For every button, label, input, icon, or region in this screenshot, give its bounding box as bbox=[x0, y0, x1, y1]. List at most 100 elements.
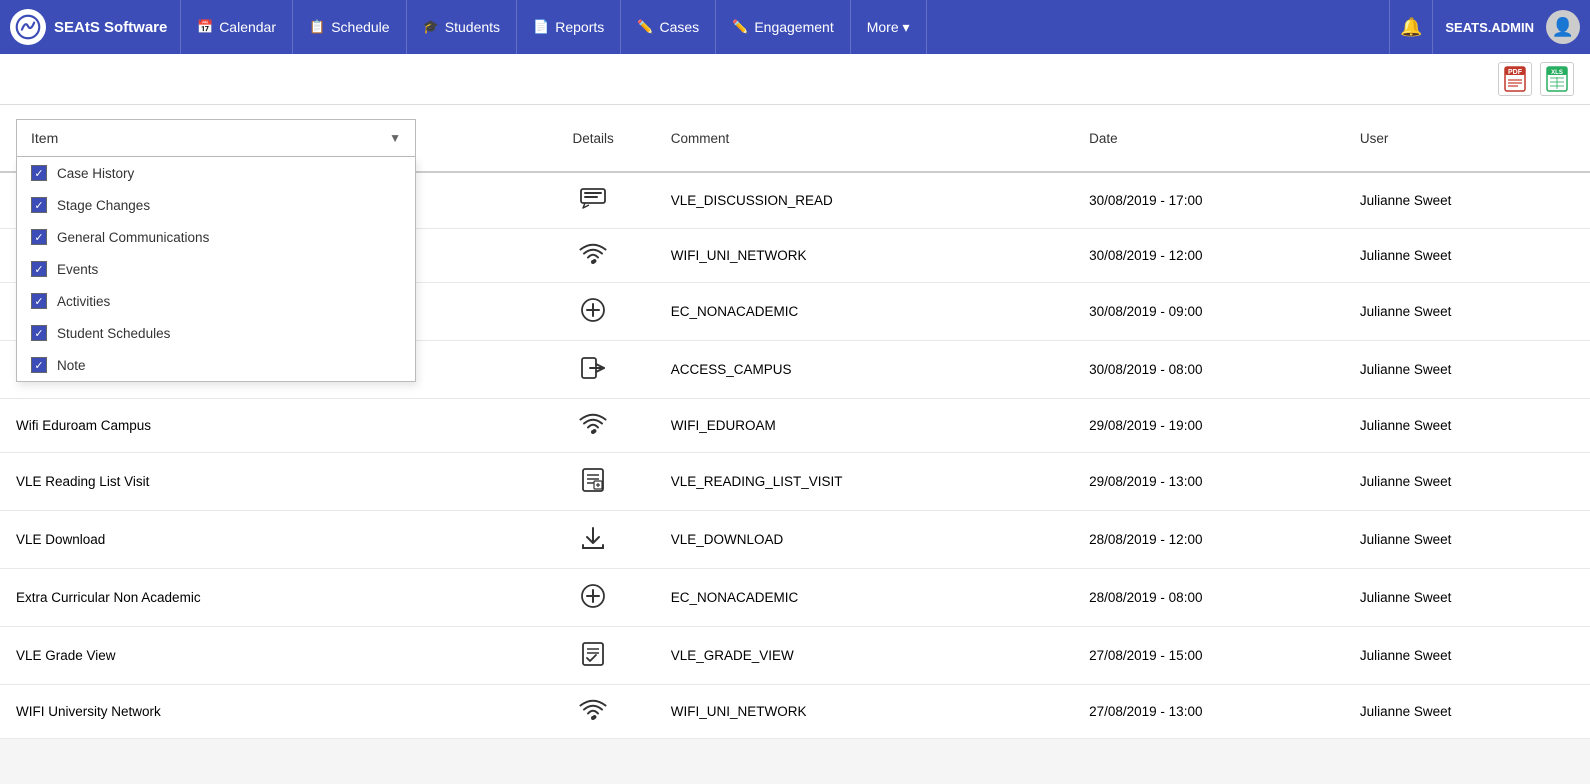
column-header-user: User bbox=[1344, 105, 1590, 172]
item-dropdown-label: Item bbox=[31, 130, 58, 146]
cell-user-7: Julianne Sweet bbox=[1344, 569, 1590, 627]
cell-comment-0: VLE_DISCUSSION_READ bbox=[655, 172, 1073, 229]
dropdown-item-case-history[interactable]: ✓ Case History bbox=[17, 157, 415, 189]
plus-circle-icon bbox=[580, 597, 606, 612]
cell-user-1: Julianne Sweet bbox=[1344, 229, 1590, 283]
cell-item-7: Extra Curricular Non Academic bbox=[0, 569, 532, 627]
nav-label-students: Students bbox=[445, 19, 500, 35]
table-row: WIFI University Network WIFI_UNI_NETWORK… bbox=[0, 685, 1590, 739]
dropdown-item-note[interactable]: ✓ Note bbox=[17, 349, 415, 381]
dropdown-item-student-schedules[interactable]: ✓ Student Schedules bbox=[17, 317, 415, 349]
export-pdf-button[interactable]: PDF bbox=[1498, 62, 1532, 96]
dropdown-item-events[interactable]: ✓ Events bbox=[17, 253, 415, 285]
avatar[interactable]: 👤 bbox=[1546, 10, 1580, 44]
grade-icon bbox=[580, 655, 606, 670]
cell-user-9: Julianne Sweet bbox=[1344, 685, 1590, 739]
nav-item-schedule[interactable]: 📋 Schedule bbox=[293, 0, 407, 54]
cell-comment-2: EC_NONACADEMIC bbox=[655, 283, 1073, 341]
cell-comment-1: WIFI_UNI_NETWORK bbox=[655, 229, 1073, 283]
cell-comment-4: WIFI_EDUROAM bbox=[655, 399, 1073, 453]
dropdown-label-general-comms: General Communications bbox=[57, 230, 209, 245]
plus-circle-icon bbox=[580, 311, 606, 326]
cell-details-5 bbox=[532, 453, 655, 511]
reports-icon: 📄 bbox=[533, 19, 549, 35]
nav-item-more[interactable]: More ▾ bbox=[851, 0, 927, 54]
table-row: Wifi Eduroam Campus WIFI_EDUROAM 29/08/2… bbox=[0, 399, 1590, 453]
nav-right: 🔔 SEATS.ADMIN 👤 bbox=[1389, 0, 1580, 54]
dropdown-item-stage-changes[interactable]: ✓ Stage Changes bbox=[17, 189, 415, 221]
toolbar: PDF XLS bbox=[0, 54, 1590, 105]
data-table: Item ▼ ✓ Case History ✓ Stage Changes bbox=[0, 105, 1590, 739]
nav-item-students[interactable]: 🎓 Students bbox=[407, 0, 517, 54]
cases-icon: ✏️ bbox=[637, 19, 653, 35]
cell-user-4: Julianne Sweet bbox=[1344, 399, 1590, 453]
cell-user-5: Julianne Sweet bbox=[1344, 453, 1590, 511]
dropdown-item-activities[interactable]: ✓ Activities bbox=[17, 285, 415, 317]
cell-date-8: 27/08/2019 - 15:00 bbox=[1073, 627, 1344, 685]
nav-item-calendar[interactable]: 📅 Calendar bbox=[180, 0, 293, 54]
cell-details-4 bbox=[532, 399, 655, 453]
wifi-icon bbox=[579, 709, 607, 724]
cell-details-8 bbox=[532, 627, 655, 685]
reading-list-icon bbox=[580, 481, 606, 496]
cell-comment-8: VLE_GRADE_VIEW bbox=[655, 627, 1073, 685]
cell-comment-3: ACCESS_CAMPUS bbox=[655, 341, 1073, 399]
table-row: VLE Grade View VLE_GRADE_VIEW 27/08/2019… bbox=[0, 627, 1590, 685]
nav-item-engagement[interactable]: ✏️ Engagement bbox=[716, 0, 851, 54]
brand-logo bbox=[10, 9, 46, 45]
dropdown-item-general-comms[interactable]: ✓ General Communications bbox=[17, 221, 415, 253]
checkbox-activities: ✓ bbox=[31, 293, 47, 309]
nav-label-cases: Cases bbox=[659, 19, 699, 35]
export-excel-button[interactable]: XLS bbox=[1540, 62, 1574, 96]
notifications-bell[interactable]: 🔔 bbox=[1389, 0, 1433, 54]
cell-item-4: Wifi Eduroam Campus bbox=[0, 399, 532, 453]
students-icon: 🎓 bbox=[423, 19, 439, 35]
item-dropdown-menu: ✓ Case History ✓ Stage Changes ✓ General… bbox=[16, 157, 416, 382]
cell-date-1: 30/08/2019 - 12:00 bbox=[1073, 229, 1344, 283]
cell-item-5: VLE Reading List Visit bbox=[0, 453, 532, 511]
cell-details-3 bbox=[532, 341, 655, 399]
dropdown-label-activities: Activities bbox=[57, 294, 110, 309]
nav-label-calendar: Calendar bbox=[219, 19, 276, 35]
column-header-date: Date bbox=[1073, 105, 1344, 172]
nav-items: 📅 Calendar 📋 Schedule 🎓 Students 📄 Repor… bbox=[180, 0, 1389, 54]
column-header-details: Details bbox=[532, 105, 655, 172]
dropdown-label-student-schedules: Student Schedules bbox=[57, 326, 170, 341]
checkbox-student-schedules: ✓ bbox=[31, 325, 47, 341]
main-content: Item ▼ ✓ Case History ✓ Stage Changes bbox=[0, 105, 1590, 739]
cell-comment-6: VLE_DOWNLOAD bbox=[655, 511, 1073, 569]
nav-item-reports[interactable]: 📄 Reports bbox=[517, 0, 621, 54]
wifi-icon bbox=[579, 253, 607, 268]
checkbox-general-comms: ✓ bbox=[31, 229, 47, 245]
nav-item-cases[interactable]: ✏️ Cases bbox=[621, 0, 716, 54]
dropdown-label-events: Events bbox=[57, 262, 98, 277]
cell-details-1 bbox=[532, 229, 655, 283]
checkbox-stage-changes: ✓ bbox=[31, 197, 47, 213]
cell-comment-7: EC_NONACADEMIC bbox=[655, 569, 1073, 627]
cell-user-2: Julianne Sweet bbox=[1344, 283, 1590, 341]
sign-in-icon bbox=[580, 369, 606, 384]
brand-name: SEAtS Software bbox=[54, 19, 167, 36]
cell-date-2: 30/08/2019 - 09:00 bbox=[1073, 283, 1344, 341]
column-header-item: Item ▼ ✓ Case History ✓ Stage Changes bbox=[0, 105, 532, 172]
item-dropdown: Item ▼ ✓ Case History ✓ Stage Changes bbox=[16, 119, 416, 157]
cell-date-6: 28/08/2019 - 12:00 bbox=[1073, 511, 1344, 569]
item-dropdown-button[interactable]: Item ▼ bbox=[16, 119, 416, 157]
svg-text:XLS: XLS bbox=[1551, 70, 1563, 76]
discussion-icon bbox=[579, 199, 607, 214]
checkbox-case-history: ✓ bbox=[31, 165, 47, 181]
cell-user-3: Julianne Sweet bbox=[1344, 341, 1590, 399]
table-row: VLE Reading List Visit VLE_READING_LIST_… bbox=[0, 453, 1590, 511]
cell-date-9: 27/08/2019 - 13:00 bbox=[1073, 685, 1344, 739]
nav-label-engagement: Engagement bbox=[754, 19, 833, 35]
cell-details-0 bbox=[532, 172, 655, 229]
cell-date-7: 28/08/2019 - 08:00 bbox=[1073, 569, 1344, 627]
cell-date-4: 29/08/2019 - 19:00 bbox=[1073, 399, 1344, 453]
cell-details-6 bbox=[532, 511, 655, 569]
chevron-down-icon: ▼ bbox=[389, 131, 401, 145]
cell-details-9 bbox=[532, 685, 655, 739]
svg-text:PDF: PDF bbox=[1508, 69, 1523, 76]
wifi-icon bbox=[579, 423, 607, 438]
cell-user-0: Julianne Sweet bbox=[1344, 172, 1590, 229]
checkbox-note: ✓ bbox=[31, 357, 47, 373]
